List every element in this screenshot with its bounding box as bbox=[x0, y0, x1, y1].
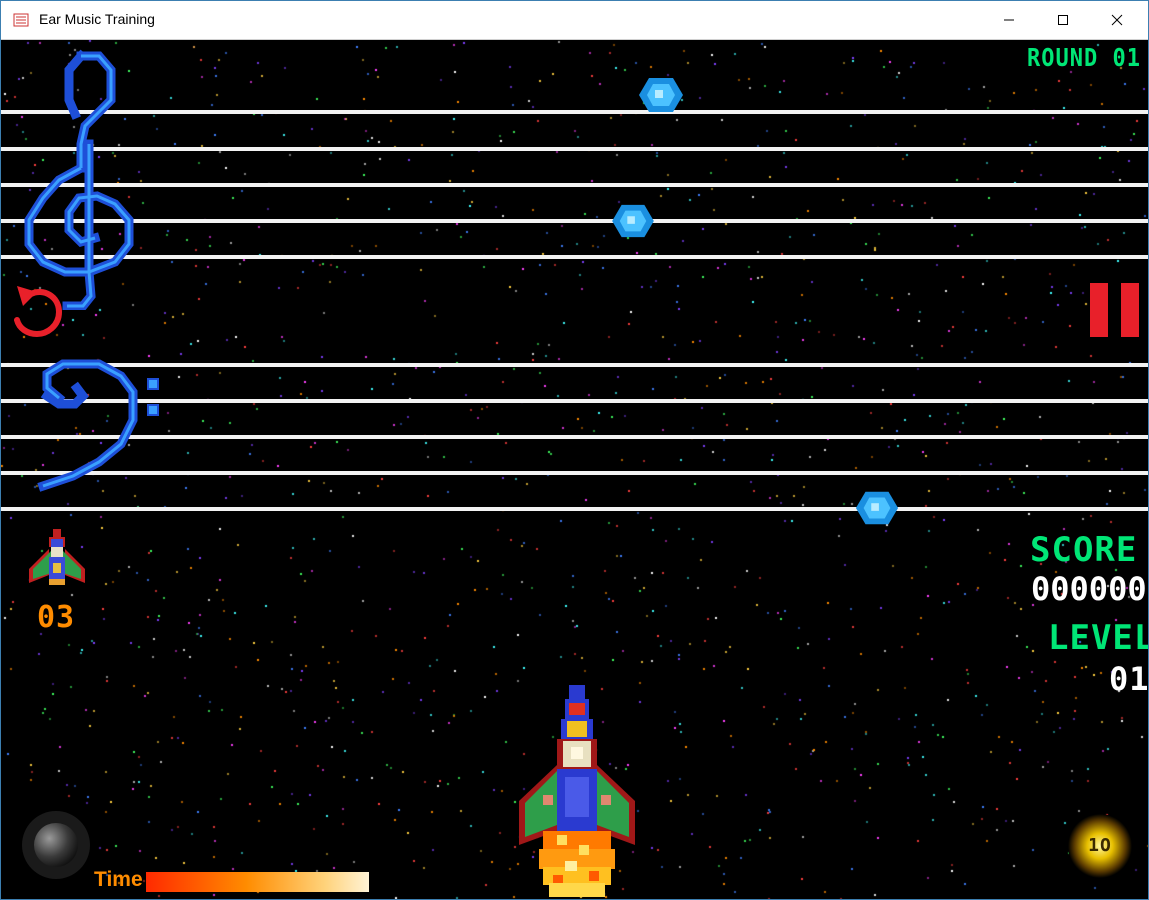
title-bar[interactable]: Ear Music Training bbox=[1, 1, 1148, 40]
time-bar bbox=[146, 872, 369, 892]
undo-icon[interactable] bbox=[13, 282, 67, 340]
bass-staff-line bbox=[1, 363, 1148, 367]
note-gem-icon bbox=[639, 78, 683, 112]
bass-staff-line bbox=[1, 471, 1148, 475]
maximize-button[interactable] bbox=[1040, 1, 1086, 39]
pause-icon[interactable] bbox=[1090, 283, 1140, 337]
lives-count: 03 bbox=[37, 600, 76, 635]
maximize-icon bbox=[1058, 15, 1068, 25]
treble-staff-line bbox=[1, 147, 1148, 151]
treble-staff-line bbox=[1, 255, 1148, 259]
close-icon bbox=[1111, 14, 1123, 26]
joystick-icon[interactable] bbox=[21, 810, 91, 880]
life-ship-icon bbox=[29, 529, 85, 585]
app-icon bbox=[13, 13, 29, 27]
treble-clef-icon bbox=[24, 49, 134, 310]
thruster-flame bbox=[539, 831, 615, 897]
score-label: SCORE bbox=[1030, 530, 1138, 570]
close-button[interactable] bbox=[1094, 1, 1140, 39]
note-gem-icon bbox=[612, 204, 654, 238]
spaceship-icon[interactable] bbox=[513, 685, 641, 899]
treble-staff-line bbox=[1, 219, 1148, 223]
boom-button-icon[interactable]: 1O bbox=[1067, 813, 1133, 879]
time-bar-fill bbox=[146, 872, 369, 892]
game-canvas[interactable]: ROUND 01 SCORE 000000 LEVEL 01 03 Time 1… bbox=[1, 40, 1148, 899]
treble-staff-line bbox=[1, 110, 1148, 114]
level-label: LEVEL bbox=[1048, 618, 1148, 658]
bass-staff-line bbox=[1, 507, 1148, 511]
round-indicator: ROUND 01 bbox=[1027, 44, 1141, 73]
app-window: Ear Music Training ROUND 01 SCORE 000000… bbox=[0, 0, 1149, 900]
note-gem-icon bbox=[855, 491, 899, 525]
time-label: Time bbox=[94, 868, 143, 891]
boom-button-label: 1O bbox=[1088, 835, 1112, 856]
window-title: Ear Music Training bbox=[39, 11, 155, 27]
score-value: 000000 bbox=[1031, 570, 1147, 608]
minimize-button[interactable] bbox=[986, 1, 1032, 39]
bass-clef-icon bbox=[37, 359, 159, 492]
bass-staff-line bbox=[1, 435, 1148, 439]
bass-staff-line bbox=[1, 399, 1148, 403]
minimize-icon bbox=[1004, 19, 1014, 21]
level-value: 01 bbox=[1109, 660, 1148, 698]
treble-staff-line bbox=[1, 183, 1148, 187]
